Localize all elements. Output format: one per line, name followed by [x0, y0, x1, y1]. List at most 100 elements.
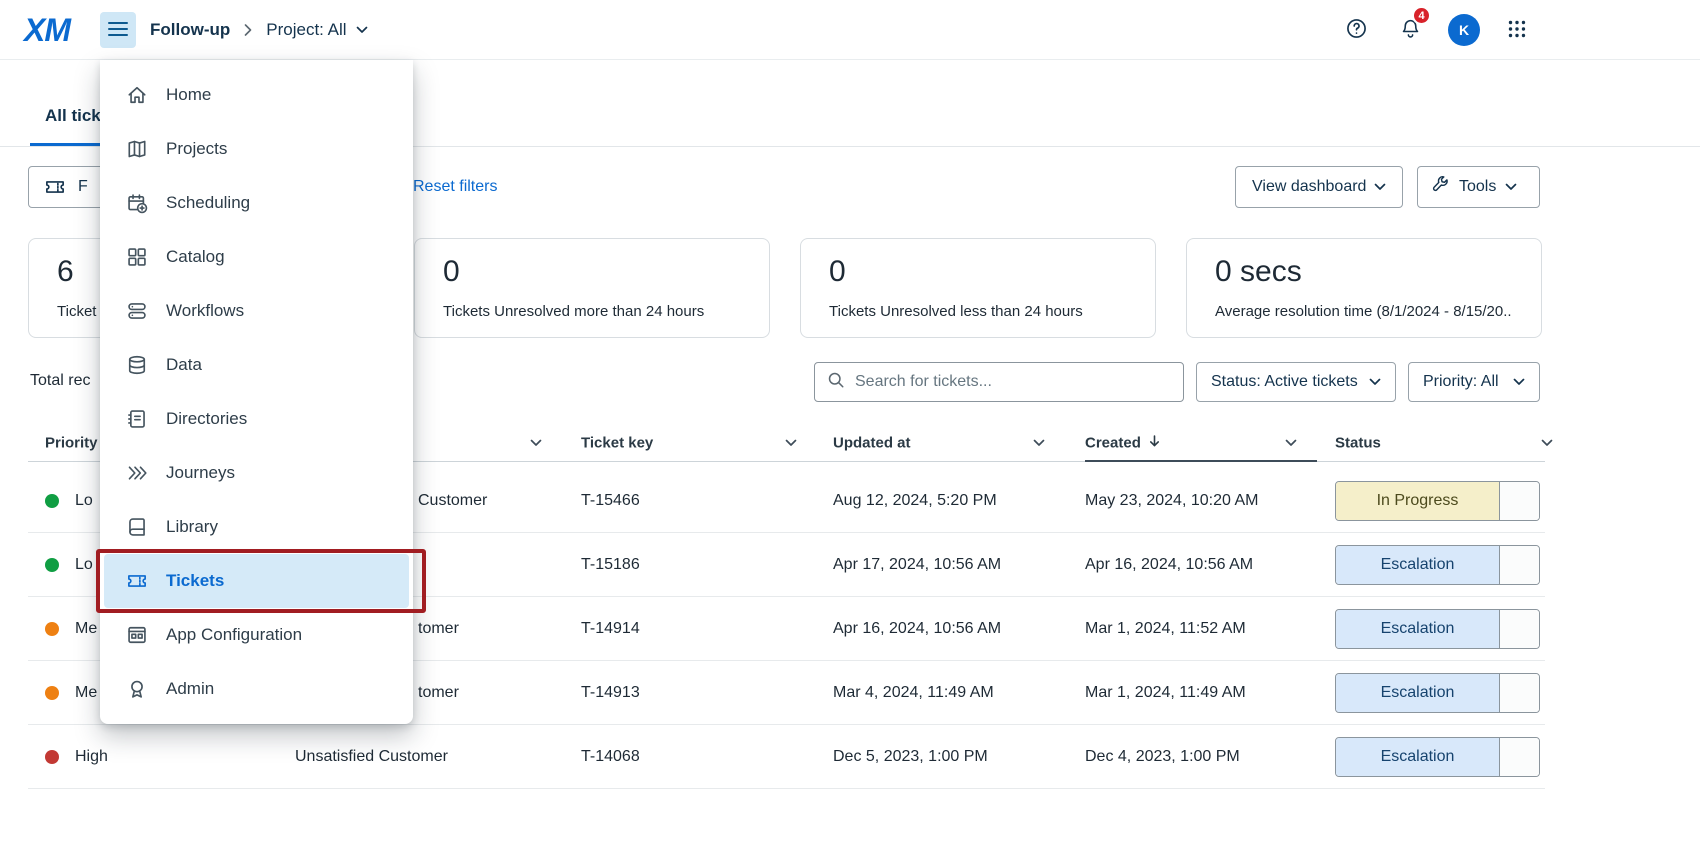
created-at: May 23, 2024, 10:20 AM: [1085, 492, 1258, 510]
library-icon: [126, 516, 148, 538]
status-dropdown[interactable]: Escalation: [1335, 673, 1540, 713]
ticket-key: T-14068: [581, 748, 640, 766]
priority-label: Lo: [75, 556, 93, 574]
admin-icon: [126, 678, 148, 700]
status-dropdown[interactable]: Escalation: [1335, 737, 1540, 777]
updated-at: Apr 17, 2024, 10:56 AM: [833, 556, 1001, 574]
priority-dot: [45, 494, 59, 508]
priority-filter-dropdown[interactable]: Priority: All: [1408, 362, 1540, 402]
chevron-down-icon: [1499, 674, 1539, 712]
status-filter-dropdown[interactable]: Status: Active tickets: [1196, 362, 1396, 402]
menu-item-data[interactable]: Data: [104, 338, 409, 392]
menu-item-catalog[interactable]: Catalog: [104, 230, 409, 284]
app-screen: XM Follow-up Project: All 4 K All tick: [0, 0, 1700, 850]
help-icon: [1345, 17, 1368, 43]
menu-item-workflows[interactable]: Workflows: [104, 284, 409, 338]
menu-item-label: App Configuration: [166, 625, 302, 645]
column-chevron-icon[interactable]: [785, 439, 797, 447]
menu-item-directories[interactable]: Directories: [104, 392, 409, 446]
workflows-icon: [126, 300, 148, 322]
stat-value: 0 secs: [1215, 253, 1513, 291]
home-icon: [126, 84, 148, 106]
ticket-name: Unsatisfied Customer: [295, 748, 448, 766]
search-input[interactable]: [855, 373, 1171, 391]
menu-item-label: Directories: [166, 409, 247, 429]
directories-icon: [126, 408, 148, 430]
topbar: XM Follow-up Project: All 4 K: [0, 0, 1700, 60]
priority-label: Me: [75, 684, 97, 702]
menu-item-label: Tickets: [166, 571, 224, 591]
column-chevron-icon[interactable]: [1541, 439, 1553, 447]
menu-item-label: Data: [166, 355, 202, 375]
status-dropdown[interactable]: Escalation: [1335, 609, 1540, 649]
ticket-key: T-15186: [581, 556, 640, 574]
menu-item-label: Home: [166, 85, 211, 105]
view-dashboard-button[interactable]: View dashboard: [1235, 166, 1403, 208]
column-header-priority[interactable]: Priority: [45, 434, 98, 451]
chevron-down-icon: [1505, 183, 1517, 191]
chevron-down-icon: [1499, 738, 1539, 776]
projects-icon: [126, 138, 148, 160]
column-header-ticket-key[interactable]: Ticket key: [581, 434, 653, 451]
breadcrumb-project-selector[interactable]: Project: All: [266, 20, 367, 40]
chevron-down-icon: [1499, 610, 1539, 648]
updated-at: Mar 4, 2024, 11:49 AM: [833, 684, 994, 702]
priority-dot: [45, 750, 59, 764]
ticket-row-t-14068[interactable]: High Unsatisfied Customer T-14068 Dec 5,…: [28, 725, 1545, 789]
help-button[interactable]: [1344, 18, 1368, 42]
menu-item-tickets[interactable]: Tickets: [104, 554, 409, 608]
reset-filters-link[interactable]: Reset filters: [413, 178, 497, 196]
column-header-status[interactable]: Status: [1335, 434, 1381, 451]
created-at: Mar 1, 2024, 11:49 AM: [1085, 684, 1246, 702]
chevron-right-icon: [244, 24, 252, 36]
xm-logo: XM: [24, 12, 70, 49]
chevron-down-icon: [356, 26, 368, 34]
status-badge: Escalation: [1336, 674, 1499, 712]
menu-item-app-configuration[interactable]: App Configuration: [104, 608, 409, 662]
user-avatar[interactable]: K: [1448, 14, 1480, 46]
status-badge: Escalation: [1336, 610, 1499, 648]
app-switcher-button[interactable]: [1506, 19, 1528, 41]
created-at: Apr 16, 2024, 10:56 AM: [1085, 556, 1253, 574]
priority-dot: [45, 622, 59, 636]
menu-item-label: Scheduling: [166, 193, 250, 213]
menu-item-label: Admin: [166, 679, 214, 699]
column-chevron-icon[interactable]: [530, 439, 542, 447]
stat-value: 0: [829, 253, 1127, 291]
tools-button[interactable]: Tools: [1417, 166, 1540, 208]
scheduling-icon: [126, 192, 148, 214]
breadcrumb-section[interactable]: Follow-up: [150, 20, 230, 40]
column-header-created[interactable]: Created: [1085, 434, 1160, 451]
hamburger-menu-button[interactable]: [100, 12, 136, 48]
stat-label: Tickets Unresolved less than 24 hours: [829, 303, 1127, 320]
menu-item-admin[interactable]: Admin: [104, 662, 409, 716]
total-records-label: Total rec: [30, 372, 90, 390]
menu-item-home[interactable]: Home: [104, 68, 409, 122]
tab-all-tickets[interactable]: All tick: [45, 106, 101, 126]
updated-at: Apr 16, 2024, 10:56 AM: [833, 620, 1001, 638]
menu-item-projects[interactable]: Projects: [104, 122, 409, 176]
hamburger-icon: [108, 21, 128, 40]
column-chevron-icon[interactable]: [1285, 439, 1297, 447]
chevron-down-icon: [1499, 482, 1539, 520]
ticket-name: Customer: [418, 492, 487, 510]
notification-count-badge: 4: [1412, 6, 1431, 25]
updated-at: Aug 12, 2024, 5:20 PM: [833, 492, 997, 510]
nav-menu: Home Projects Scheduling Catalog Workflo…: [100, 60, 413, 724]
ticket-name: tomer: [418, 684, 459, 702]
status-dropdown[interactable]: Escalation: [1335, 545, 1540, 585]
column-header-updated-at[interactable]: Updated at: [833, 434, 911, 451]
journeys-icon: [126, 462, 148, 484]
stat-label: Tickets Unresolved more than 24 hours: [443, 303, 741, 320]
chevron-down-icon: [1374, 183, 1386, 191]
breadcrumb: Follow-up Project: All: [150, 0, 368, 60]
stat-card-tickets-unresolved-less-than-24-hours: 0 Tickets Unresolved less than 24 hours: [800, 238, 1156, 338]
menu-item-journeys[interactable]: Journeys: [104, 446, 409, 500]
menu-item-scheduling[interactable]: Scheduling: [104, 176, 409, 230]
menu-item-library[interactable]: Library: [104, 500, 409, 554]
ticket-key: T-15466: [581, 492, 640, 510]
menu-item-label: Journeys: [166, 463, 235, 483]
menu-item-label: Projects: [166, 139, 227, 159]
status-dropdown[interactable]: In Progress: [1335, 481, 1540, 521]
column-chevron-icon[interactable]: [1033, 439, 1045, 447]
